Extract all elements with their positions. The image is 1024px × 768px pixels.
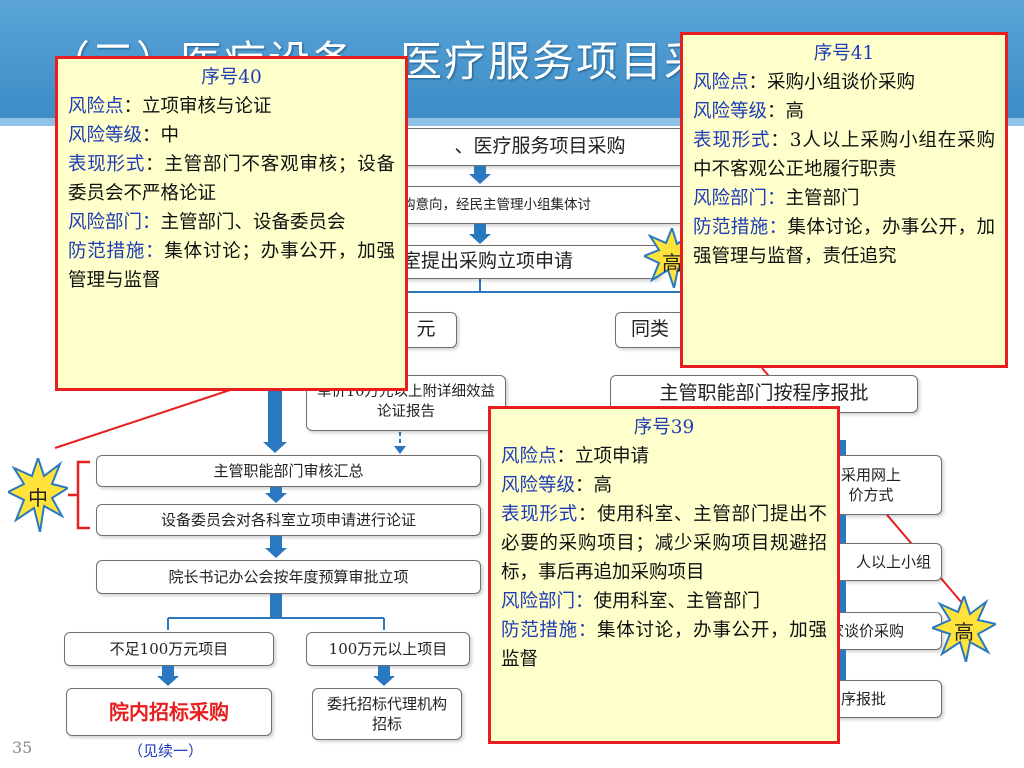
note-41-risk-label: 风险点 (693, 72, 749, 93)
note-39-form-label: 表现形式 (501, 504, 578, 525)
apply-box: 室提出采购立项申请 (395, 245, 660, 279)
risk-note-41: 序号41 风险点：采购小组谈价采购 风险等级：高 表现形式：3人以上采购小组在采… (680, 32, 1008, 368)
inhouse-bid-box: 院内招标采购 (66, 688, 272, 736)
main-flow-arrowhead (263, 442, 287, 453)
dept-report-text: 主管职能部门按程序报批 (659, 382, 869, 405)
note-40-measure-label: 防范措施： (68, 241, 165, 262)
approval-text: 院长书记办公会按年度预算审批立项 (168, 567, 409, 586)
risk-bracket (68, 460, 90, 530)
apply-text: 室提出采购立项申请 (402, 250, 574, 273)
flow-heading-box: 、医疗服务项目采购 (395, 128, 685, 166)
under-100-text: 不足100万元项目 (109, 639, 229, 658)
same-class-box: 同类 (615, 312, 685, 348)
committee-box: 设备委员会对各科室立项申请进行论证 (96, 504, 481, 536)
same-class-text: 同类 (630, 318, 669, 341)
note-41-serial: 序号41 (813, 43, 875, 64)
dashed-arrowhead (394, 446, 406, 454)
over-100-text: 100万元以上项目 (328, 639, 448, 658)
flow-arrowhead (265, 548, 287, 558)
review-summary-box: 主管职能部门审核汇总 (96, 455, 481, 487)
threshold-text: 元 (416, 318, 436, 341)
note-40-level: ：中 (142, 125, 180, 146)
note-41-dept-label: 风险部门： (693, 188, 786, 209)
note-40-risk-label: 风险点 (68, 96, 124, 117)
note-39-dept-label: 风险部门： (501, 591, 594, 612)
note-39-dept: 使用科室、主管部门 (593, 591, 761, 612)
note-39-level: ：高 (575, 475, 613, 496)
flow-arrow-stem (378, 666, 390, 676)
page-number: 35 (12, 738, 33, 757)
note-39-risk: ：立项申请 (556, 446, 650, 467)
note-41-dept: 主管部门 (785, 188, 860, 209)
note-41-level-label: 风险等级 (693, 101, 768, 122)
review-summary-text: 主管职能部门审核汇总 (213, 461, 364, 480)
online-text-2: 价方式 (848, 486, 894, 504)
flow-arrowhead (469, 174, 491, 184)
note-39-serial: 序号39 (633, 417, 695, 438)
note-41-form-label: 表现形式 (693, 130, 771, 151)
under-100-box: 不足100万元项目 (64, 632, 274, 666)
risk-level-star-mid: 中 (5, 454, 71, 533)
over-100-box: 100万元以上项目 (306, 632, 470, 666)
agency-bid-text: 委托招标代理机构招标 (327, 694, 448, 733)
note-39-risk-label: 风险点 (501, 446, 557, 467)
risk-level-star-high-right: 高 (929, 593, 999, 663)
inhouse-bid-text: 院内招标采购 (109, 699, 229, 724)
committee-text: 设备委员会对各科室立项申请进行论证 (160, 510, 416, 529)
risk-level-right-high-text: 高 (954, 620, 974, 644)
note-40-dept-label: 风险部门： (68, 212, 161, 233)
flow-arrowhead (373, 676, 395, 686)
flow-arrowhead (265, 493, 287, 503)
intent-text: 购意向，经民主管理小组集体讨 (402, 196, 591, 213)
note-39-level-label: 风险等级 (501, 475, 576, 496)
note-41-level: ：高 (767, 101, 805, 122)
intent-box: 购意向，经民主管理小组集体讨 (395, 186, 695, 224)
flow-heading-text: 、医疗服务项目采购 (454, 135, 626, 158)
risk-note-39: 序号39 风险点：立项申请 风险等级：高 表现形式：使用科室、主管部门提出不必要… (488, 406, 840, 744)
note-40-serial: 序号40 (201, 67, 262, 88)
note-40-form-label: 表现形式 (68, 154, 146, 175)
report-2-text: 序报批 (841, 689, 887, 708)
note-41-measure-label: 防范措施： (693, 217, 788, 238)
note-41-risk: ：采购小组谈价采购 (748, 72, 916, 93)
online-text: 采用网上 (840, 465, 901, 484)
flow-arrow-stem (474, 166, 486, 174)
pointer-line-40 (54, 389, 231, 449)
approval-box: 院长书记办公会按年度预算审批立项 (96, 560, 481, 594)
risk-note-40: 序号40 风险点：立项审核与论证 风险等级：中 表现形式：主管部门不客观审核；设… (55, 56, 408, 391)
flow-arrow-stem (162, 666, 174, 676)
note-40-dept: 主管部门、设备委员会 (160, 212, 346, 233)
note-40-risk: ：立项审核与论证 (123, 96, 272, 117)
negotiation-text: 家谈价采购 (829, 621, 905, 640)
group-text: 人以上小组 (855, 552, 931, 571)
flow-arrowhead (157, 676, 179, 686)
agency-bid-box: 委托招标代理机构招标 (312, 688, 462, 740)
flow-arrow-stem (270, 536, 282, 548)
risk-level-mid-text: 中 (28, 486, 48, 510)
flow-arrow-stem (270, 594, 282, 618)
note-39-measure-label: 防范措施： (501, 620, 598, 641)
flow-arrow-stem (474, 224, 486, 234)
note-40-level-label: 风险等级 (68, 125, 143, 146)
see-continuation-link[interactable]: （见续一） (128, 740, 203, 761)
flow-arrowhead (469, 234, 491, 244)
